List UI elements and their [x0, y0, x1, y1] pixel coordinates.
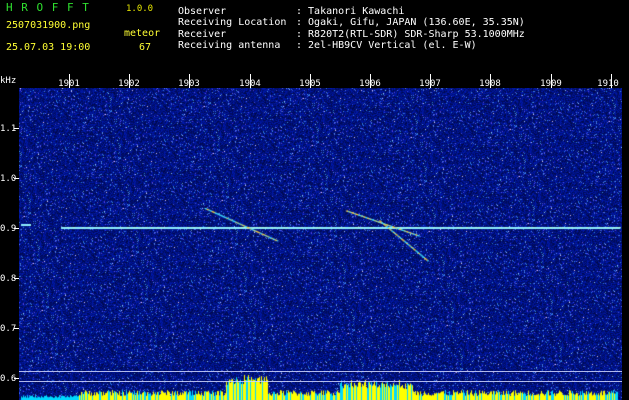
observer-label: Observer: [178, 6, 227, 17]
x-tick-mark: [129, 74, 130, 88]
location-value: : Ogaki, Gifu, JAPAN (136.60E, 35.35N): [296, 17, 525, 28]
y-tick-label: 0.8: [0, 274, 17, 284]
x-tick-mark: [250, 74, 251, 88]
spectrogram-plot: [19, 88, 622, 400]
y-tick-label: 1.1: [0, 124, 17, 134]
y-unit-label: kHz: [0, 76, 17, 86]
x-tick-mark: [69, 74, 70, 88]
y-tick-mark: [14, 278, 19, 279]
y-tick-label: 0.6: [0, 374, 17, 384]
file-name: 2507031900.png: [6, 20, 91, 31]
antenna-value: : 2el-HB9CV Vertical (el. E-W): [296, 40, 477, 51]
antenna-label: Receiving antenna: [178, 40, 281, 51]
y-tick-mark: [14, 378, 19, 379]
x-tick-mark: [490, 74, 491, 88]
y-tick-label: 1.0: [0, 174, 17, 184]
receiver-label: Receiver: [178, 29, 227, 40]
x-tick-mark: [370, 74, 371, 88]
datetime-label: 25.07.03 19:00: [6, 42, 91, 53]
y-tick-label: 0.9: [0, 224, 17, 234]
x-tick-mark: [189, 74, 190, 88]
observer-value: : Takanori Kawachi: [296, 6, 405, 17]
reference-line: [19, 381, 622, 382]
location-label: Receiving Location: [178, 17, 287, 28]
detect-count: 67: [139, 42, 152, 53]
app-title: H R O F F T: [6, 1, 90, 14]
y-tick-mark: [14, 328, 19, 329]
header: H R O F F T 1.0.0 2507031900.png meteor …: [0, 0, 629, 74]
detect-label: meteor: [124, 28, 161, 39]
y-tick-mark: [14, 128, 19, 129]
receiver-value: : R820T2(RTL-SDR) SDR-Sharp 53.1000MHz: [296, 29, 525, 40]
x-tick-mark: [310, 74, 311, 88]
reference-line: [19, 371, 622, 372]
y-tick-label: 0.7: [0, 324, 17, 334]
x-tick-mark: [611, 74, 612, 88]
x-tick-mark: [430, 74, 431, 88]
app-version: 1.0.0: [126, 4, 154, 14]
x-tick-mark: [551, 74, 552, 88]
y-tick-mark: [14, 228, 19, 229]
y-tick-mark: [14, 178, 19, 179]
